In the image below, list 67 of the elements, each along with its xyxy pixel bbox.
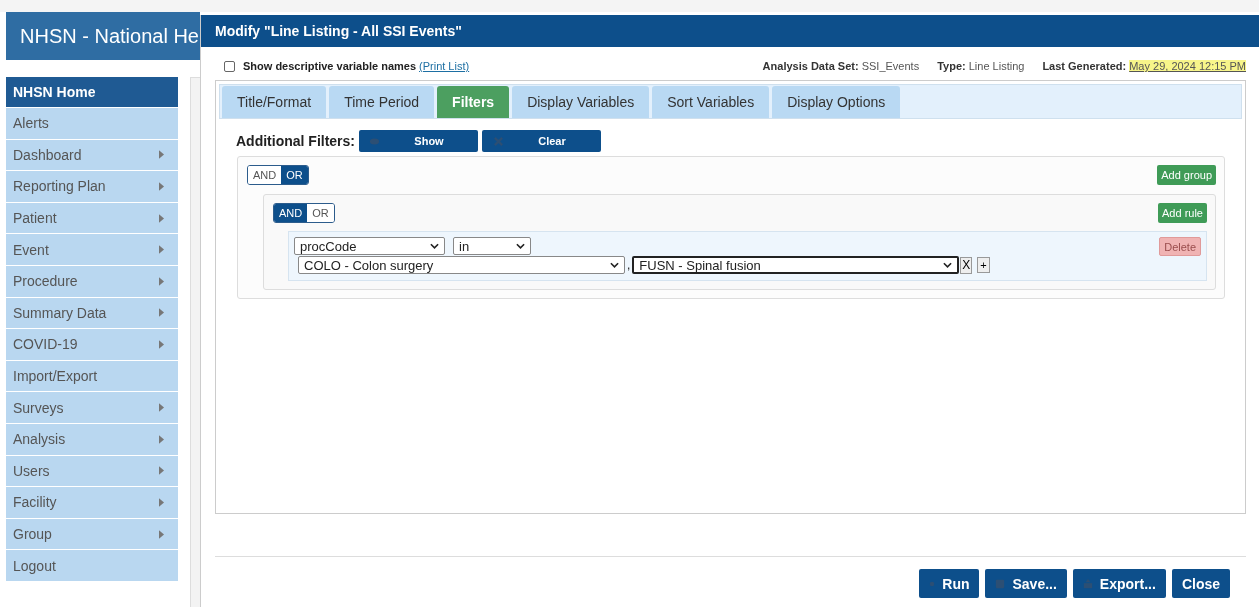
chevron-icon bbox=[610, 262, 619, 268]
print-list-link[interactable]: (Print List) bbox=[419, 60, 470, 72]
sidebar-item[interactable]: Surveys bbox=[6, 392, 178, 423]
info-label: Analysis Data Set: SSI_Events bbox=[762, 60, 920, 72]
sidebar-item[interactable]: Facility bbox=[6, 487, 178, 518]
value-select[interactable]: FUSN - Spinal fusion bbox=[632, 256, 960, 274]
sidebar-item[interactable]: Patient bbox=[6, 202, 178, 234]
sidebar-item[interactable]: Reporting Plan bbox=[6, 171, 178, 202]
logic-toggle[interactable]: OR bbox=[281, 166, 308, 184]
sidebar-item[interactable]: Group bbox=[6, 518, 178, 550]
app-header: NHSN - National He bbox=[6, 12, 200, 60]
dialog-title: Modify "Line Listing - All SSI Events" bbox=[201, 15, 1259, 47]
caret-icon bbox=[159, 276, 164, 286]
checkbox-label: Show descriptive variable names bbox=[243, 60, 417, 72]
sidebar-item[interactable]: Dashboard bbox=[6, 139, 178, 171]
info-label: Type: Line Listing bbox=[937, 60, 1025, 72]
footer-button[interactable]: Run bbox=[919, 569, 980, 598]
sidebar-item[interactable]: Summary Data bbox=[6, 297, 178, 329]
delete-button[interactable]: Delete bbox=[1159, 237, 1201, 256]
sidebar-item[interactable]: Analysis bbox=[6, 423, 178, 455]
sidebar-item[interactable]: Procedure bbox=[6, 265, 178, 297]
footer-button[interactable]: Close bbox=[1171, 569, 1230, 598]
logic-toggle[interactable]: OR bbox=[307, 204, 334, 222]
footer-button[interactable]: Export... bbox=[1072, 569, 1166, 598]
caret-icon bbox=[159, 245, 164, 255]
sidebar-item[interactable]: NHSN Home bbox=[6, 77, 178, 107]
logic-toggle[interactable]: AND bbox=[274, 204, 308, 222]
dot-icon bbox=[929, 580, 936, 587]
sidebar-item[interactable]: Logout bbox=[6, 550, 178, 581]
caret-icon bbox=[159, 213, 164, 223]
tab[interactable]: Display Variables bbox=[512, 86, 650, 118]
filters-label: Additional Filters: bbox=[236, 133, 355, 149]
sidebar-item[interactable]: Alerts bbox=[6, 108, 178, 139]
field-select[interactable]: procCode bbox=[294, 237, 445, 255]
operator-select[interactable]: in bbox=[453, 237, 531, 255]
sidebar-item[interactable]: Import/Export bbox=[6, 360, 178, 392]
tab[interactable]: Title/Format bbox=[222, 86, 327, 118]
filter-button[interactable]: Show bbox=[359, 130, 478, 152]
value-select[interactable]: COLO - Colon surgery bbox=[298, 256, 625, 274]
sidebar-item[interactable]: Users bbox=[6, 455, 178, 487]
filter-button[interactable]: Clear bbox=[482, 130, 601, 152]
chevron-icon bbox=[430, 243, 439, 249]
tab[interactable]: Time Period bbox=[329, 86, 435, 118]
caret-icon bbox=[159, 150, 164, 160]
caret-icon bbox=[159, 434, 164, 444]
info-label: Last Generated: May 29, 2024 12:15 PM bbox=[1042, 60, 1246, 72]
sidebar-item[interactable]: Event bbox=[6, 234, 178, 265]
checkbox[interactable] bbox=[224, 60, 235, 72]
caret-icon bbox=[159, 403, 164, 413]
chevron-icon bbox=[516, 243, 525, 249]
separator: , bbox=[627, 258, 631, 272]
caret-icon bbox=[159, 497, 164, 507]
save-icon bbox=[995, 578, 1006, 589]
export-icon bbox=[1082, 578, 1093, 589]
caret-icon bbox=[159, 529, 164, 539]
add-value-button[interactable]: + bbox=[977, 257, 990, 273]
sidebar-item[interactable]: COVID-19 bbox=[6, 329, 178, 360]
footer-button[interactable]: Save... bbox=[985, 569, 1067, 598]
chevron-icon bbox=[943, 262, 953, 268]
tab[interactable]: Display Options bbox=[772, 86, 901, 118]
caret-icon bbox=[159, 308, 164, 318]
close-icon bbox=[493, 135, 505, 147]
tab[interactable]: Sort Variables bbox=[652, 86, 770, 118]
caret-icon bbox=[159, 339, 164, 349]
remove-button[interactable]: X bbox=[960, 256, 973, 274]
caret-icon bbox=[159, 182, 164, 191]
caret-icon bbox=[159, 466, 164, 476]
